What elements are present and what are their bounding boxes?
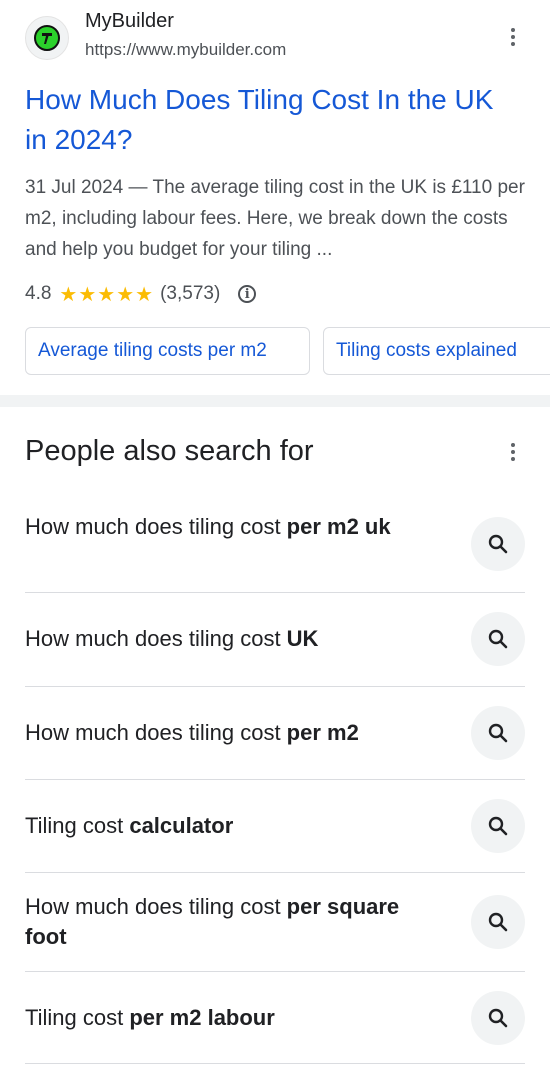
search-icon[interactable] (471, 612, 525, 666)
related-search-text: How much does tiling cost UK (25, 626, 319, 651)
related-search-item[interactable]: How much does tiling cost per square foo… (25, 873, 525, 972)
site-url: https://www.mybuilder.com (85, 40, 287, 59)
search-icon[interactable] (471, 706, 525, 760)
chip-average-tiling-costs[interactable]: Average tiling costs per m2 (25, 327, 310, 375)
people-also-search-for: People also search for How much does til… (0, 407, 550, 1067)
related-search-item[interactable]: How much does tiling cost per m2 uk (25, 492, 525, 593)
chip-label: Average tiling costs per m2 (38, 340, 267, 361)
review-count: (3,573) (160, 283, 221, 304)
related-search-text: How much does tiling cost per m2 uk (25, 514, 391, 539)
related-search-text: Tiling cost calculator (25, 813, 234, 838)
related-search-item[interactable]: Tiling cost per m2 labour (25, 972, 525, 1064)
star-rating-icon: ★★★★★ (59, 283, 155, 306)
related-search-item[interactable]: Tiling cost calculator (25, 780, 525, 873)
rating-row: 4.8 ★★★★★ (3,573) i (25, 279, 257, 309)
site-name: MyBuilder (85, 10, 174, 32)
site-favicon (25, 16, 69, 60)
result-snippet: 31 Jul 2024 — The average tiling cost in… (25, 177, 525, 260)
section-divider (0, 395, 550, 407)
related-search-text: How much does tiling cost per square foo… (25, 894, 400, 949)
search-icon[interactable] (471, 799, 525, 853)
chip-label: Tiling costs explained (336, 340, 517, 361)
related-search-text: Tiling cost per m2 labour (25, 1005, 275, 1030)
more-vert-icon[interactable] (501, 437, 525, 467)
search-icon[interactable] (471, 991, 525, 1045)
hammer-logo-icon (34, 25, 60, 51)
search-icon[interactable] (471, 895, 525, 949)
related-search-text: How much does tiling cost per m2 (25, 720, 359, 745)
related-search-item[interactable]: How much does tiling cost per m2 (25, 687, 525, 780)
info-icon[interactable]: i (238, 285, 257, 303)
chip-tiling-costs-explained[interactable]: Tiling costs explained (323, 327, 550, 375)
related-search-item[interactable]: How much does tiling cost UK (25, 593, 525, 687)
search-result: MyBuilder https://www.mybuilder.com How … (0, 0, 550, 395)
result-site-row[interactable]: MyBuilder https://www.mybuilder.com (25, 8, 525, 64)
search-icon[interactable] (471, 517, 525, 571)
section-heading: People also search for (25, 435, 314, 467)
result-title-link[interactable]: How Much Does Tiling Cost In the UK in 2… (25, 80, 505, 160)
rating-value: 4.8 (25, 283, 52, 304)
more-vert-icon[interactable] (501, 22, 525, 52)
